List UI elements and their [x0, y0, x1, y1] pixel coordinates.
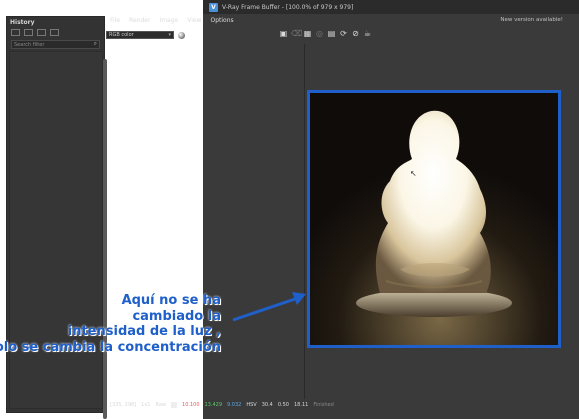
status-bar: [335, 298] 1x1 Raw 10.100 13.429 9.032 H…	[106, 399, 376, 411]
red-value: 10.100	[182, 402, 200, 408]
history-scrollbar[interactable]	[103, 59, 107, 419]
history-load-icon[interactable]	[24, 29, 33, 36]
green-value: 13.429	[204, 402, 223, 408]
toolbar-icons: ▣ ⌫ ▦ ◎ ▤ ⟳ ⊘ ☕	[279, 29, 372, 38]
buddha-figure	[356, 110, 512, 317]
chevron-down-icon: ▾	[168, 32, 171, 38]
window-title: V-Ray Frame Buffer - [100.0% of 979 x 97…	[222, 3, 354, 11]
color-swatch	[171, 402, 178, 408]
stop-render-icon[interactable]: ⊘	[351, 29, 360, 38]
sat-value: 0.50	[277, 402, 289, 408]
new-version-notice[interactable]: New version available!	[500, 17, 563, 23]
history-header: History	[10, 19, 35, 26]
coords-readout: [335, 298]	[110, 402, 137, 408]
history-toolbar	[7, 28, 104, 37]
sphere-icon[interactable]	[178, 31, 185, 39]
history-save-icon[interactable]	[11, 29, 20, 36]
channel-select[interactable]: RGB color ▾	[106, 31, 174, 39]
vfb-toolbar: RGB color ▾ ▣ ⌫ ▦ ◎ ▤ ⟳ ⊘ ☕	[106, 28, 376, 42]
annotation-line: Aquí no se ha	[121, 293, 221, 308]
annotation-line: solo se cambia la concentración	[0, 339, 221, 355]
annotation-line: intensidad de la luz ,	[67, 324, 221, 339]
refresh-icon[interactable]: ⟳	[339, 29, 348, 38]
raw-toggle[interactable]: Raw	[156, 402, 167, 408]
channel-value: RGB color	[109, 32, 134, 38]
vray-icon: V	[209, 2, 218, 12]
history-search-input[interactable]: Search filter ⌕	[11, 40, 100, 49]
teapot-icon[interactable]: ☕	[363, 29, 372, 38]
menu-options[interactable]: Options	[210, 17, 233, 24]
hue-value: 30.4	[261, 402, 273, 408]
viewport-divider	[304, 44, 305, 399]
title-bar: V V-Ray Frame Buffer - [100.0% of 979 x …	[203, 0, 579, 14]
save-icon[interactable]: ▣	[279, 29, 288, 38]
menu-view[interactable]: View	[187, 17, 201, 24]
history-remove-icon[interactable]	[50, 29, 59, 36]
menu-bar: File Render Image View Options	[106, 15, 376, 25]
render-status: Finished	[313, 402, 334, 408]
blue-value: 9.032	[227, 402, 242, 408]
camera-icon[interactable]: ▤	[327, 29, 336, 38]
lens-icon[interactable]: ◎	[315, 29, 324, 38]
history-list[interactable]	[9, 51, 103, 409]
search-icon[interactable]: ⌕	[94, 40, 97, 48]
val-value: 18.11	[294, 402, 309, 408]
region-icon[interactable]: ▦	[303, 29, 312, 38]
render-image[interactable]: ↖	[307, 90, 561, 348]
hsv-select[interactable]: HSV	[246, 402, 256, 408]
menu-file[interactable]: File	[110, 17, 120, 24]
mouse-cursor-icon: ↖	[410, 169, 417, 178]
menu-render[interactable]: Render	[129, 17, 150, 24]
menu-image[interactable]: Image	[159, 17, 178, 24]
annotation-text: Aquí no se ha cambiado la intensidad de …	[0, 293, 221, 355]
history-compare-icon[interactable]	[37, 29, 46, 36]
zoom-select[interactable]: 1x1	[141, 402, 150, 408]
annotation-line: cambiado la	[132, 308, 221, 324]
history-search-placeholder: Search filter	[14, 41, 45, 48]
clear-icon[interactable]: ⌫	[291, 29, 302, 38]
